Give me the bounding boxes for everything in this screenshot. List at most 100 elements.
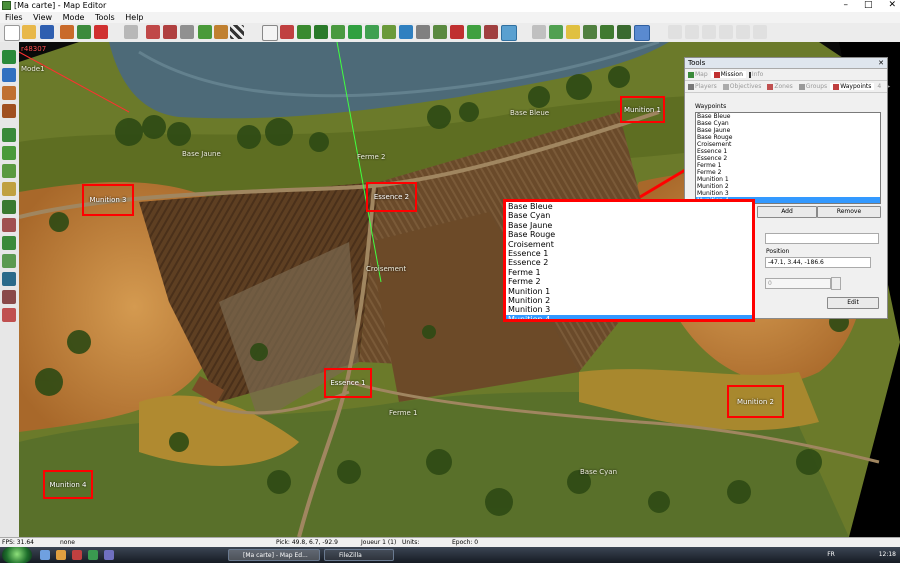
waypoint-item[interactable]: Essence 1 [696, 148, 880, 155]
waypoint-item[interactable]: Essence 2 [696, 155, 880, 162]
minimize-button[interactable]: – [843, 0, 848, 10]
option-4-icon[interactable] [719, 25, 733, 39]
waypoint-item[interactable]: Munition 3 [696, 190, 880, 197]
layer-road-icon[interactable] [2, 254, 16, 268]
open-folder-icon[interactable] [22, 25, 36, 39]
terrain-icon[interactable] [77, 25, 91, 39]
crop-icon[interactable] [365, 25, 379, 39]
waypoint-item[interactable]: Base Rouge [696, 134, 880, 141]
tab-objectives[interactable]: Objectives [720, 83, 765, 90]
smooth-icon[interactable] [180, 25, 194, 39]
option-3-icon[interactable] [702, 25, 716, 39]
layer-forest-icon[interactable] [2, 200, 16, 214]
waypoint-item[interactable]: Base Cyan [696, 120, 880, 127]
unit-icon[interactable] [280, 25, 294, 39]
zoomed-waypoint-item[interactable]: Base Bleue [506, 202, 752, 211]
waypoints-list[interactable]: Base Bleue Base Cyan Base Jaune Base Rouge C… [695, 112, 881, 204]
tabs-more[interactable]: 4 [874, 83, 884, 90]
waypoint-item[interactable]: Ferme 2 [696, 169, 880, 176]
quicklaunch-2-icon[interactable] [56, 550, 66, 560]
menu-mode[interactable]: Mode [63, 12, 85, 23]
flag-icon[interactable] [450, 25, 464, 39]
zoomed-waypoint-item[interactable]: Essence 2 [506, 258, 752, 267]
import-icon[interactable] [60, 25, 74, 39]
zoomed-waypoint-item[interactable]: Munition 4 [506, 314, 752, 319]
waypoint-name-field[interactable] [765, 233, 879, 244]
tabs-scroll-right-icon[interactable]: ▸ [884, 83, 893, 90]
waypoint-item[interactable]: Croisement [696, 141, 880, 148]
layer-water-icon[interactable] [2, 68, 16, 82]
layer-sand-icon[interactable] [2, 182, 16, 196]
waypoint-item[interactable]: Base Bleue [696, 113, 880, 120]
layer-building-icon[interactable] [2, 86, 16, 100]
grass-icon[interactable] [198, 25, 212, 39]
task-map-editor[interactable]: [Ma carte] - Map Ed... [228, 549, 320, 561]
tools-icon[interactable] [634, 25, 650, 41]
zoomed-waypoint-item[interactable]: Ferme 2 [506, 277, 752, 286]
plant-icon[interactable] [600, 25, 614, 39]
option-2-icon[interactable] [685, 25, 699, 39]
position-field[interactable]: -47.1, 3.44, -186.6 [765, 257, 871, 268]
tools-panel-close-button[interactable]: ✕ [878, 58, 884, 68]
bush-icon[interactable] [331, 25, 345, 39]
start-button[interactable] [2, 547, 32, 563]
road-icon[interactable] [382, 25, 396, 39]
zone-icon[interactable] [549, 25, 563, 39]
camera-icon[interactable] [532, 25, 546, 39]
menu-tools[interactable]: Tools [95, 12, 115, 23]
remove-button[interactable]: Remove [817, 206, 881, 218]
quicklaunch-3-icon[interactable] [72, 550, 82, 560]
option-1-icon[interactable] [668, 25, 682, 39]
task-filezilla[interactable]: FileZilla [324, 549, 394, 561]
tab-map[interactable]: Map [685, 71, 711, 78]
layer-terrain-icon[interactable] [2, 50, 16, 64]
layer-house-icon[interactable] [2, 104, 16, 118]
zoomed-waypoint-item[interactable]: Munition 2 [506, 296, 752, 305]
close-button[interactable]: ✕ [888, 0, 896, 10]
zoomed-waypoint-item[interactable]: Croisement [506, 240, 752, 249]
zoomed-waypoint-item[interactable]: Essence 1 [506, 249, 752, 258]
layer-field-icon[interactable] [2, 164, 16, 178]
tab-zones[interactable]: Zones [764, 83, 795, 90]
field-icon[interactable] [348, 25, 362, 39]
quicklaunch-4-icon[interactable] [88, 550, 98, 560]
waypoint-item[interactable]: Munition 2 [696, 183, 880, 190]
undo-icon[interactable] [124, 25, 138, 39]
tab-waypoints[interactable]: Waypoints [830, 83, 875, 90]
people-icon[interactable] [467, 25, 481, 39]
layer-rock-icon[interactable] [2, 218, 16, 232]
layer-unit-icon[interactable] [2, 308, 16, 322]
sound-icon[interactable] [583, 25, 597, 39]
texture-icon[interactable] [214, 25, 228, 39]
menu-files[interactable]: Files [5, 12, 23, 23]
zoomed-waypoint-item[interactable]: Ferme 1 [506, 268, 752, 277]
add-button[interactable]: Add [757, 206, 817, 218]
tab-mission[interactable]: Mission [710, 71, 746, 78]
tab-groups[interactable]: Groups [796, 83, 830, 90]
paint-icon[interactable] [163, 25, 177, 39]
light-icon[interactable] [566, 25, 580, 39]
quicklaunch-5-icon[interactable] [104, 550, 114, 560]
forest-icon[interactable] [314, 25, 328, 39]
language-indicator[interactable]: FR [827, 551, 835, 558]
option-5-icon[interactable] [736, 25, 750, 39]
maximize-button[interactable]: □ [864, 0, 873, 10]
waypoint-item[interactable]: Ferme 1 [696, 162, 880, 169]
new-file-icon[interactable] [4, 25, 20, 41]
tab-players[interactable]: Players [685, 83, 720, 90]
waypoint-item[interactable]: Munition 1 [696, 176, 880, 183]
spinner-arrows[interactable] [831, 277, 841, 290]
menu-view[interactable]: View [33, 12, 52, 23]
building-icon[interactable] [433, 25, 447, 39]
tab-info[interactable]: Info [746, 71, 766, 78]
edit-button[interactable]: Edit [827, 297, 879, 309]
pointer-icon[interactable] [262, 25, 278, 41]
bridge-icon[interactable] [416, 25, 430, 39]
zoomed-waypoint-item[interactable]: Munition 3 [506, 305, 752, 314]
grid-icon[interactable] [230, 25, 244, 39]
zoomed-waypoint-item[interactable]: Base Cyan [506, 211, 752, 220]
zoomed-waypoint-item[interactable]: Base Rouge [506, 230, 752, 239]
clock[interactable]: 12:18 [879, 551, 896, 558]
layer-grid-icon[interactable] [2, 128, 16, 142]
zoomed-waypoint-item[interactable]: Base Jaune [506, 221, 752, 230]
